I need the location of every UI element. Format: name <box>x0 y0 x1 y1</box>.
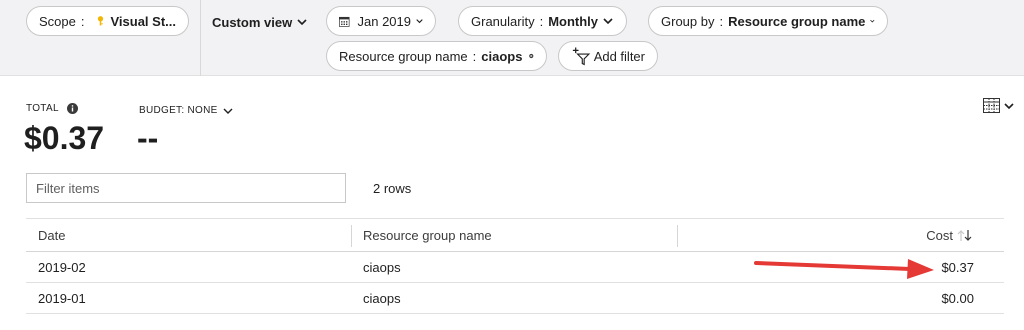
resource-group-filter-chip[interactable]: Resource group name : ciaops <box>326 41 547 71</box>
filter-items-input[interactable] <box>26 173 346 203</box>
table-header: Date Resource group name Cost <box>26 218 1004 252</box>
chevron-down-icon <box>416 19 423 24</box>
budget-label: BUDGET: NONE <box>139 105 218 116</box>
cell-cost: $0.37 <box>941 259 974 275</box>
column-divider[interactable] <box>677 225 678 247</box>
clear-icon[interactable] <box>529 50 534 62</box>
filter-chip-value: ciaops <box>481 48 523 64</box>
chevron-down-icon <box>603 18 613 25</box>
column-divider[interactable] <box>351 225 352 247</box>
custom-view-label: Custom view <box>212 14 293 30</box>
granularity-value: Monthly <box>548 13 599 29</box>
granularity-separator: : <box>539 13 544 29</box>
key-icon <box>97 16 103 26</box>
chevron-down-icon <box>1004 103 1014 110</box>
chevron-down-icon <box>223 108 233 114</box>
chevron-down-icon <box>297 19 307 26</box>
add-filter-label: Add filter <box>593 48 645 64</box>
group-by-pill[interactable]: Group by : Resource group name <box>648 6 888 36</box>
calendar-icon <box>339 16 350 27</box>
column-header-resource-group[interactable]: Resource group name <box>363 219 492 251</box>
toolbar-divider <box>200 0 201 76</box>
cell-date: 2019-02 <box>38 259 86 275</box>
add-filter-icon <box>572 47 591 66</box>
group-by-value: Resource group name <box>728 13 866 29</box>
cell-resource-group: ciaops <box>363 290 401 306</box>
chevron-down-icon <box>870 19 875 23</box>
column-header-date[interactable]: Date <box>38 219 65 251</box>
scope-label: Scope <box>39 13 76 29</box>
scope-pill[interactable]: Scope : Visual St... <box>26 6 189 36</box>
column-header-cost[interactable]: Cost <box>926 219 974 251</box>
total-value: $0.37 <box>24 120 105 156</box>
cell-date: 2019-01 <box>38 290 86 306</box>
custom-view-dropdown[interactable]: Custom view <box>212 12 307 32</box>
filter-chip-label: Resource group name <box>339 48 468 64</box>
scope-separator: : <box>80 13 85 29</box>
group-by-separator: : <box>719 13 724 29</box>
group-by-label: Group by <box>661 13 715 29</box>
budget-dropdown[interactable]: BUDGET: NONE <box>139 105 233 116</box>
column-chooser-icon <box>983 98 1000 113</box>
scope-value: Visual St... <box>110 13 176 29</box>
info-icon[interactable] <box>66 103 78 114</box>
cell-cost: $0.00 <box>941 290 974 306</box>
column-chooser-button[interactable] <box>983 98 1014 114</box>
cell-resource-group: ciaops <box>363 259 401 275</box>
sort-icon[interactable] <box>956 229 974 242</box>
toolbar: Scope : Visual St... Custom view Jan 201… <box>0 0 1024 76</box>
cost-table: Date Resource group name Cost 2019-02 ci… <box>26 218 1004 314</box>
add-filter-button[interactable]: Add filter <box>558 41 658 71</box>
total-label: TOTAL <box>26 103 59 114</box>
filter-chip-separator: : <box>472 48 477 64</box>
total-label-group: TOTAL <box>26 103 78 114</box>
date-range-pill[interactable]: Jan 2019 <box>326 6 436 36</box>
budget-value: -- <box>137 120 159 156</box>
table-row[interactable]: 2019-01 ciaops $0.00 <box>26 283 1004 314</box>
row-count: 2 rows <box>373 181 412 196</box>
granularity-pill[interactable]: Granularity : Monthly <box>458 6 627 36</box>
table-row[interactable]: 2019-02 ciaops $0.37 <box>26 252 1004 283</box>
date-range-value: Jan 2019 <box>357 13 412 29</box>
column-header-cost-label: Cost <box>926 227 953 243</box>
granularity-label: Granularity <box>471 13 535 29</box>
